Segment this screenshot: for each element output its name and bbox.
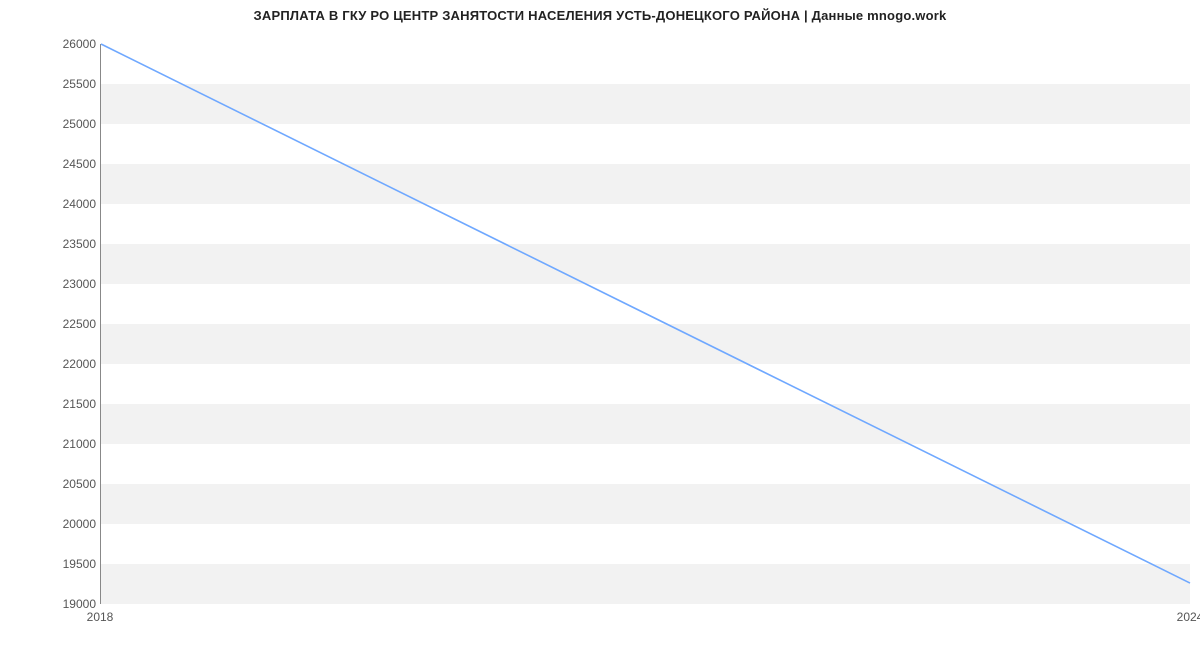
y-tick-label: 24000	[36, 197, 96, 211]
x-tick-label: 2018	[87, 610, 114, 624]
y-tick-label: 23500	[36, 237, 96, 251]
y-tick-label: 20000	[36, 517, 96, 531]
y-tick-label: 19000	[36, 597, 96, 611]
y-tick-label: 26000	[36, 37, 96, 51]
chart-container: ЗАРПЛАТА В ГКУ РО ЦЕНТР ЗАНЯТОСТИ НАСЕЛЕ…	[0, 0, 1200, 650]
y-tick-label: 21500	[36, 397, 96, 411]
y-tick-label: 19500	[36, 557, 96, 571]
chart-title: ЗАРПЛАТА В ГКУ РО ЦЕНТР ЗАНЯТОСТИ НАСЕЛЕ…	[0, 8, 1200, 23]
y-tick-label: 25000	[36, 117, 96, 131]
y-tick-label: 23000	[36, 277, 96, 291]
y-tick-label: 21000	[36, 437, 96, 451]
line-series	[101, 44, 1190, 603]
x-tick-label: 2024	[1177, 610, 1200, 624]
y-tick-label: 22500	[36, 317, 96, 331]
y-tick-label: 22000	[36, 357, 96, 371]
y-tick-label: 24500	[36, 157, 96, 171]
series-line	[101, 44, 1190, 583]
y-tick-label: 25500	[36, 77, 96, 91]
plot-area	[100, 44, 1190, 604]
y-tick-label: 20500	[36, 477, 96, 491]
